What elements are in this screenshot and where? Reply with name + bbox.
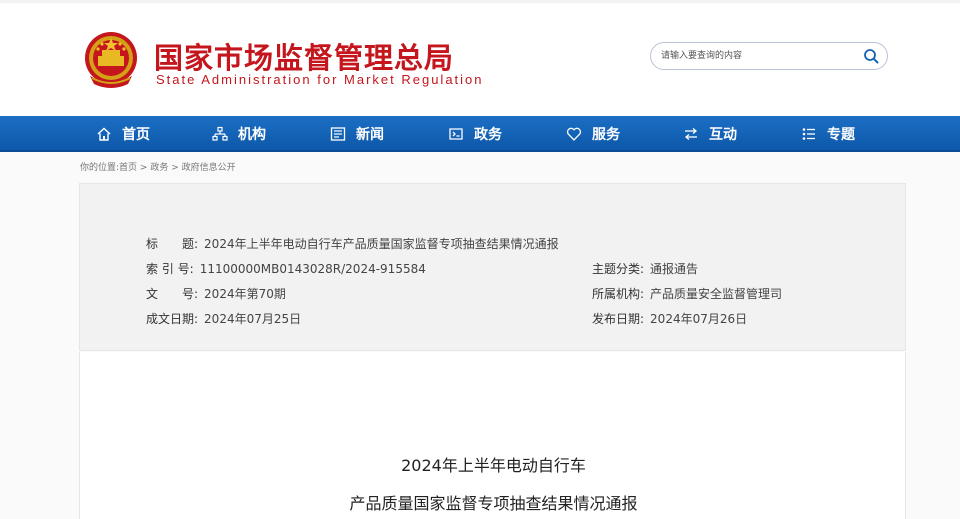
info-doc-no-value: 2024年第70期 [204,287,286,301]
list-icon [802,128,815,140]
breadcrumb-separator: > [137,163,151,173]
home-icon [97,127,111,141]
info-row-index: 索 引 号: 11100000MB0143028R/2024-915584 [146,260,426,277]
info-row-category: 主题分类: 通报通告 [592,260,698,277]
search-input[interactable] [661,47,851,65]
info-index-label: 索 引 号: [146,262,194,276]
info-agency-value: 产品质量安全监督管理司 [650,287,783,301]
nav-item-topics[interactable]: 专题 [801,116,855,152]
breadcrumb-home[interactable]: 首页 [119,163,137,173]
site-title-cn[interactable]: 国家市场监督管理总局 [154,35,454,77]
main-nav: 首页 机构 新闻 政务 服务 互动 专题 [0,116,960,152]
document-info-card: 标 题: 2024年上半年电动自行车产品质量国家监督专项抽查结果情况通报 索 引 … [79,183,906,351]
breadcrumb: 你的位置:首页 > 政务 > 政府信息公开 [80,160,236,173]
breadcrumb-prefix: 你的位置: [80,163,120,173]
nav-item-news[interactable]: 新闻 [330,116,384,152]
info-row-title: 标 题: 2024年上半年电动自行车产品质量国家监督专项抽查结果情况通报 [146,235,559,252]
search-box [650,42,888,70]
nav-item-org[interactable]: 机构 [212,116,266,152]
breadcrumb-affairs[interactable]: 政务 [150,163,168,173]
info-category-label: 主题分类: [592,262,645,276]
info-row-published: 发布日期: 2024年07月26日 [592,310,747,327]
site-header: 国家市场监督管理总局 State Administration for Mark… [0,0,960,116]
document-content: 2024年上半年电动自行车 产品质量国家监督专项抽查结果情况通报 [79,352,906,519]
national-emblem-icon[interactable] [82,30,140,92]
search-icon[interactable] [863,48,879,64]
nav-label-org: 机构 [238,127,266,143]
info-published-value: 2024年07月26日 [650,312,748,326]
document-heading-line2: 产品质量国家监督专项抽查结果情况通报 [349,494,638,513]
heart-icon [566,127,582,141]
nav-label-interaction: 互动 [709,127,737,143]
info-category-value: 通报通告 [650,262,699,276]
news-icon [330,127,346,141]
site-title-en[interactable]: State Administration for Market Regulati… [156,72,484,87]
nav-label-affairs: 政务 [474,127,502,143]
nav-label-topics: 专题 [827,127,855,143]
breadcrumb-separator: > [168,163,182,173]
header-top-line [0,0,960,3]
org-icon [212,126,228,141]
nav-label-service: 服务 [592,127,620,143]
info-title-value: 2024年上半年电动自行车产品质量国家监督专项抽查结果情况通报 [204,237,559,251]
info-row-doc-no: 文 号: 2024年第70期 [146,285,286,302]
breadcrumb-gov-info[interactable]: 政府信息公开 [182,163,236,173]
nav-item-interaction[interactable]: 互动 [683,116,737,152]
document-heading-line1: 2024年上半年电动自行车 [401,456,586,475]
info-agency-label: 所属机构: [592,287,645,301]
affairs-icon [449,128,463,140]
info-doc-no-label: 文 号: [146,287,199,301]
info-index-value: 11100000MB0143028R/2024-915584 [199,262,426,276]
nav-item-home[interactable]: 首页 [96,116,150,152]
nav-label-news: 新闻 [356,127,384,143]
nav-label-home: 首页 [122,127,150,143]
info-created-label: 成文日期: [146,312,199,326]
info-published-label: 发布日期: [592,312,645,326]
info-row-created: 成文日期: 2024年07月25日 [146,310,301,327]
exchange-icon [684,128,698,140]
info-row-agency: 所属机构: 产品质量安全监督管理司 [592,285,782,302]
info-created-value: 2024年07月25日 [204,312,302,326]
nav-item-affairs[interactable]: 政务 [448,116,502,152]
nav-item-service[interactable]: 服务 [566,116,620,152]
info-title-label: 标 题: [146,237,199,251]
